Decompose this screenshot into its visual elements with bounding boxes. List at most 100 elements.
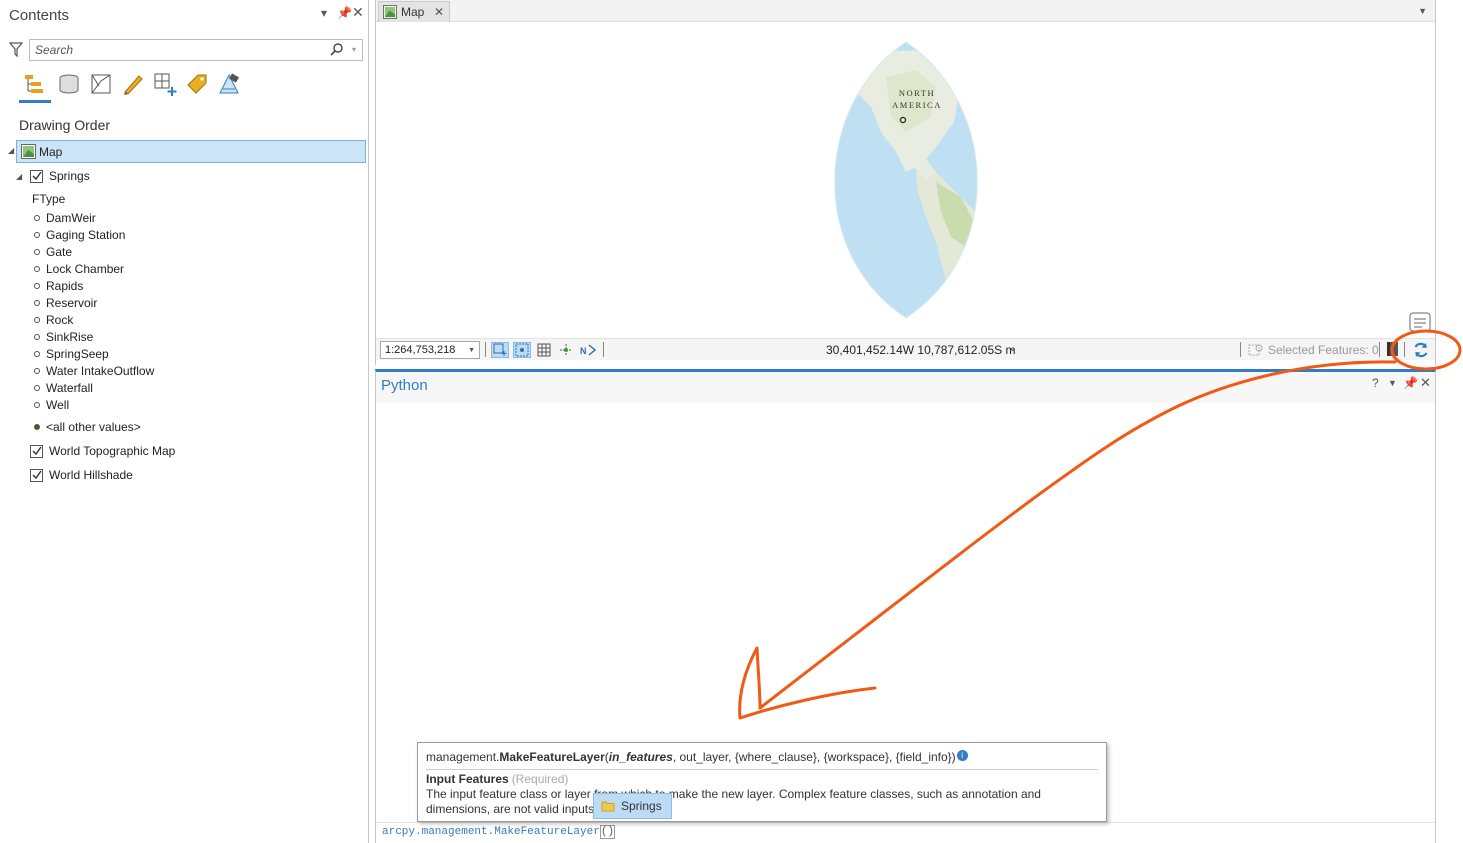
search-input-container[interactable]: ▾ [29,39,363,61]
signature-other-args: , out_layer, {where_clause}, {workspace}… [672,750,956,764]
continent-label: AMERICA [892,100,942,110]
selected-features-count[interactable]: Selected Features: 0 [1268,343,1379,357]
legend-item[interactable]: Water IntakeOutflow [34,363,154,379]
legend-item[interactable]: Well [34,397,69,413]
close-icon[interactable]: ✕ [1420,375,1431,391]
divider [1240,342,1241,357]
legend-item[interactable]: DamWeir [34,210,96,226]
parameter-name-text: Input Features [426,772,509,786]
legend-item[interactable]: Rock [34,312,73,328]
code-parens: () [599,825,616,839]
legend-label: Rapids [46,279,84,293]
legend-item-other-values[interactable]: <all other values> [34,419,141,435]
continent-label: NORTH [899,88,935,98]
legend-label: Reservoir [46,296,98,310]
svg-text:N: N [580,346,587,356]
chevron-down-icon[interactable]: ⌄ [1008,341,1017,354]
info-icon[interactable]: i [956,750,968,761]
globe-projection [834,42,978,318]
function-signature: management.MakeFeatureLayer(in_features,… [426,750,968,764]
legend-item[interactable]: SpringSeep [34,346,109,362]
grid-icon[interactable] [535,342,553,358]
legend-item[interactable]: Rapids [34,278,83,294]
point-symbol-icon [34,385,40,391]
map-tabstrip: Map ✕ ▼ [376,0,1435,22]
list-by-source-icon[interactable] [55,70,83,98]
pause-icon[interactable] [1387,342,1398,356]
visibility-checkbox[interactable] [30,468,43,482]
collapse-map-icon[interactable]: ◢ [8,146,14,155]
tab-map[interactable]: Map ✕ [378,1,450,22]
legend-item[interactable]: SinkRise [34,329,93,345]
list-by-labeling-icon[interactable] [183,70,211,98]
search-options-icon[interactable]: ▾ [352,45,356,54]
map-canvas[interactable]: NORTH AMERICA [376,22,1435,338]
search-icon[interactable] [330,43,344,57]
map-status-bar: 1:264,753,218 ▼ N 30,401,452.14W 10,787,… [376,338,1435,360]
contents-view-toolbar [19,70,249,104]
layer-world-topographic-map[interactable]: World Topographic Map [30,442,175,460]
refresh-icon[interactable] [1412,341,1430,359]
signature-prefix: management. [426,750,500,764]
chevron-down-icon[interactable]: ▼ [468,347,475,354]
pane-options-icon[interactable]: ▼ [1388,378,1397,388]
spring-point[interactable] [899,116,907,124]
layer-name: Springs [49,169,90,183]
legend-label: Lock Chamber [46,262,125,276]
contents-title: Contents [9,7,70,24]
parameter-description: The input feature class or layer from wh… [426,787,1041,816]
snapping-icon[interactable] [513,342,531,358]
list-by-drawing-order-icon[interactable] [21,70,49,98]
parameter-name: Input Features (Required) [426,772,568,786]
list-by-editing-icon[interactable] [87,70,115,98]
north-arrow-icon[interactable]: N [579,342,597,358]
pin-icon[interactable]: 📌 [1403,376,1418,390]
parameter-required: (Required) [511,772,569,786]
legend-label: Gaging Station [46,228,126,242]
divider [426,769,1098,770]
constraint-icon[interactable] [557,342,575,358]
fixed-zoom-icon[interactable] [491,342,509,358]
close-icon[interactable]: ✕ [352,4,364,21]
layer-world-hillshade[interactable]: World Hillshade [30,466,133,484]
autocomplete-item-springs[interactable]: Springs [593,793,672,819]
visibility-checkbox[interactable] [30,169,43,183]
list-by-selection-icon[interactable] [119,70,147,98]
visibility-checkbox[interactable] [30,444,43,458]
drawing-order-heading: Drawing Order [19,117,111,133]
point-symbol-icon [34,266,40,272]
point-symbol-icon [34,232,40,238]
legend-item[interactable]: Gaging Station [34,227,125,243]
python-prompt[interactable]: arcpy.management.MakeFeatureLayer() [376,822,1435,842]
close-tab-icon[interactable]: ✕ [434,5,444,19]
active-view-indicator [19,100,51,103]
selection-icon [1248,344,1263,356]
map-node-label: Map [39,145,63,159]
legend-item[interactable]: Lock Chamber [34,261,124,277]
code-text: arcpy.management.MakeFeatureLayer [382,826,600,838]
tab-list-icon[interactable]: ▼ [1418,6,1427,16]
list-by-snapping-icon[interactable] [151,70,179,98]
filter-icon[interactable] [9,42,23,58]
legend-label: DamWeir [46,211,96,225]
python-header: Python ? ▼ 📌 ✕ [376,372,1435,403]
scale-dropdown[interactable]: 1:264,753,218 ▼ [380,341,480,359]
legend-item[interactable]: Reservoir [34,295,97,311]
collapse-layer-icon[interactable]: ◢ [16,172,22,181]
pane-options-icon[interactable]: ▾ [321,6,327,20]
legend-item[interactable]: Gate [34,244,72,260]
legend-label: SpringSeep [46,347,109,361]
notification-icon[interactable] [1408,312,1432,334]
search-input[interactable] [30,40,310,60]
layer-springs[interactable]: ◢ Springs [16,167,90,185]
layer-name: World Hillshade [49,468,133,482]
legend-item[interactable]: Waterfall [34,380,93,396]
python-input-line[interactable]: arcpy.management.MakeFeatureLayer() [382,825,616,839]
help-icon[interactable]: ? [1372,376,1379,390]
signature-function-name: MakeFeatureLayer [499,750,605,764]
point-symbol-icon [34,402,40,408]
point-symbol-icon [34,300,40,306]
map-node[interactable]: ◢ Map [8,140,366,163]
list-by-perspective-icon[interactable] [215,70,243,98]
pin-icon[interactable]: 📌 [337,6,352,20]
